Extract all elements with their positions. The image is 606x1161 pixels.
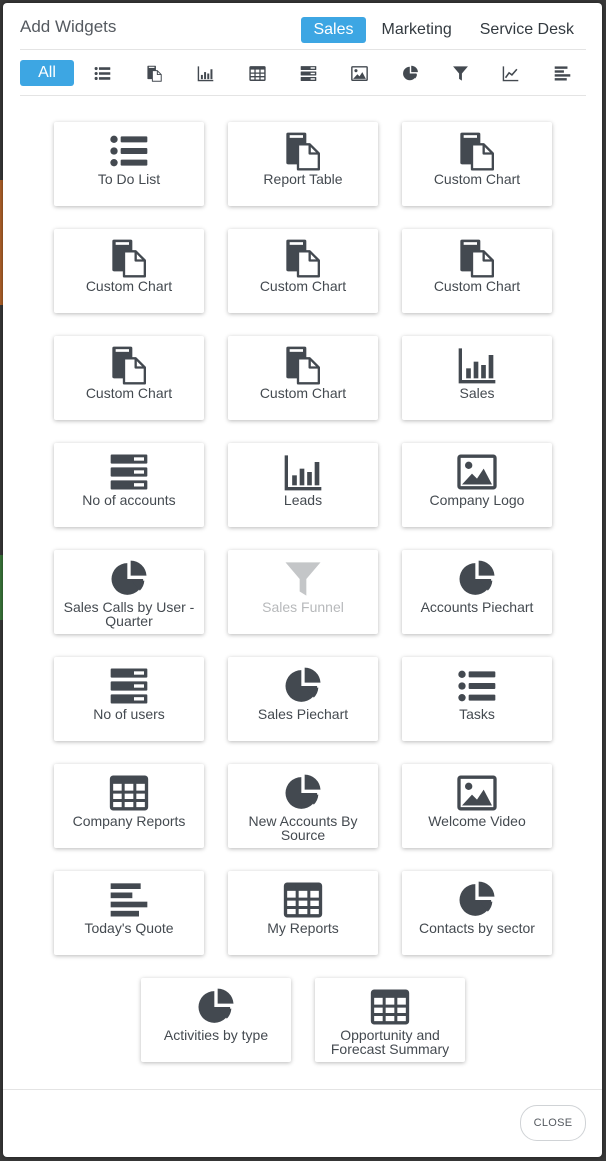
widget-tile-label: Custom Chart <box>433 278 521 294</box>
widget-tile[interactable]: Company Reports <box>54 764 204 848</box>
widget-tile[interactable]: To Do List <box>54 122 204 206</box>
widget-tile[interactable]: Custom Chart <box>228 229 378 313</box>
widget-tile-label: Sales Piechart <box>257 706 349 722</box>
list-icon <box>402 666 552 706</box>
widget-tile[interactable]: Opportunity and Forecast Summary <box>315 978 465 1062</box>
widget-tile[interactable]: Tasks <box>402 657 552 741</box>
report-icon <box>228 345 378 385</box>
widget-tile-label: To Do List <box>97 171 161 187</box>
widget-tile-label: Opportunity and Forecast Summary <box>330 1027 450 1057</box>
pie-icon <box>228 773 378 813</box>
bar-chart-icon <box>402 345 552 385</box>
pie-icon <box>54 559 204 599</box>
stack-icon <box>54 666 204 706</box>
widget-tile-label: Custom Chart <box>259 278 347 294</box>
widget-tile[interactable]: Report Table <box>228 122 378 206</box>
widget-tile-label: Sales <box>459 385 495 401</box>
widget-tile[interactable]: New Accounts By Source <box>228 764 378 848</box>
widget-tile-label: Contacts by sector <box>419 920 535 936</box>
widget-tile[interactable]: My Reports <box>228 871 378 955</box>
table-icon <box>315 987 465 1027</box>
widget-tile-label: Custom Chart <box>85 385 173 401</box>
widget-tile-label: Accounts Piechart <box>420 599 534 615</box>
widget-tile-label: Leads <box>283 492 323 508</box>
widget-tile-label: No of accounts <box>82 492 176 508</box>
table-icon <box>54 773 204 813</box>
widget-tile[interactable]: Custom Chart <box>228 336 378 420</box>
widget-tile[interactable]: Company Logo <box>402 443 552 527</box>
widget-tile[interactable]: Custom Chart <box>402 122 552 206</box>
widget-tile-label: Report Table <box>263 171 343 187</box>
widget-tile-label: Activities by type <box>163 1027 269 1043</box>
widget-tile-label: My Reports <box>267 920 339 936</box>
list-icon <box>54 131 204 171</box>
widget-tile-label: Sales Calls by User - Quarter <box>63 599 195 629</box>
widget-tile[interactable]: Sales Piechart <box>228 657 378 741</box>
report-icon <box>402 131 552 171</box>
widget-tile-label: Company Logo <box>429 492 525 508</box>
widget-tile[interactable]: Accounts Piechart <box>402 550 552 634</box>
widget-tile[interactable]: Activities by type <box>141 978 291 1062</box>
widget-tile-label: Welcome Video <box>428 813 526 829</box>
widget-tile-label: Tasks <box>459 706 495 722</box>
pie-icon <box>228 666 378 706</box>
widget-tile-label: Company Reports <box>72 813 186 829</box>
add-widgets-dialog: Add Widgets Sales Marketing Service Desk… <box>3 3 602 1157</box>
text-lines-icon <box>54 880 204 920</box>
widget-tile[interactable]: Today's Quote <box>54 871 204 955</box>
widget-tile[interactable]: No of accounts <box>54 443 204 527</box>
pie-icon <box>402 559 552 599</box>
stack-icon <box>54 452 204 492</box>
report-icon <box>54 345 204 385</box>
bar-chart-icon <box>228 452 378 492</box>
widget-tile-label: New Accounts By Source <box>248 813 358 843</box>
image-icon <box>402 452 552 492</box>
pie-icon <box>402 880 552 920</box>
widget-tile-label: No of users <box>93 706 165 722</box>
widget-tile[interactable]: Leads <box>228 443 378 527</box>
widget-tile-label: Custom Chart <box>433 171 521 187</box>
widget-tile-label: Custom Chart <box>259 385 347 401</box>
report-icon <box>402 238 552 278</box>
widget-tile-label: Today's Quote <box>84 920 174 936</box>
widget-tile[interactable]: No of users <box>54 657 204 741</box>
report-icon <box>228 131 378 171</box>
widget-tile-label: Custom Chart <box>85 278 173 294</box>
widget-tile[interactable]: Sales <box>402 336 552 420</box>
widget-grid: To Do List Report Table Custom Chart Cus… <box>3 3 602 1093</box>
funnel-icon <box>228 559 378 599</box>
report-icon <box>54 238 204 278</box>
widget-tile[interactable]: Sales Calls by User - Quarter <box>54 550 204 634</box>
close-button[interactable]: CLOSE <box>520 1105 586 1141</box>
table-icon <box>228 880 378 920</box>
dialog-footer-divider <box>3 1089 602 1090</box>
widget-tile[interactable]: Welcome Video <box>402 764 552 848</box>
image-icon <box>402 773 552 813</box>
pie-icon <box>141 987 291 1027</box>
report-icon <box>228 238 378 278</box>
widget-tile[interactable]: Custom Chart <box>54 229 204 313</box>
widget-tile[interactable]: Custom Chart <box>402 229 552 313</box>
widget-tile-label: Sales Funnel <box>262 599 344 615</box>
widget-tile[interactable]: Contacts by sector <box>402 871 552 955</box>
widget-tile[interactable]: Custom Chart <box>54 336 204 420</box>
widget-tile[interactable]: Sales Funnel <box>228 550 378 634</box>
